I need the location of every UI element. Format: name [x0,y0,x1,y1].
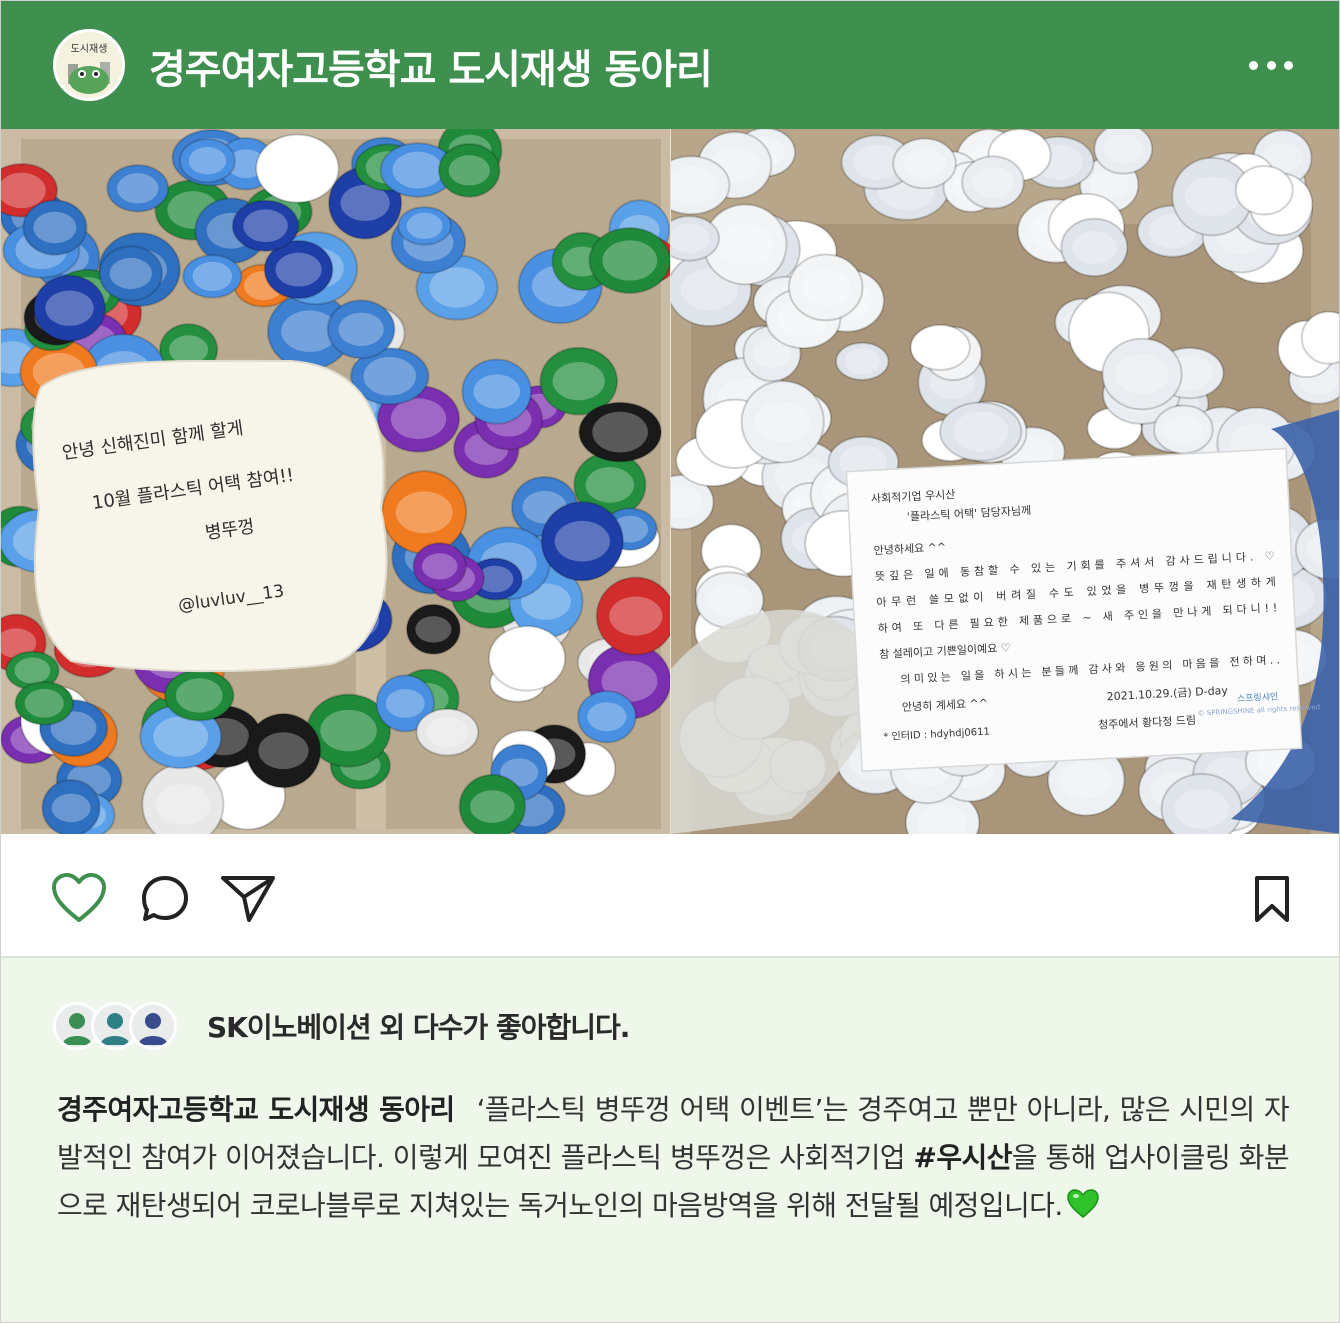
bottle-cap-highlight [844,348,881,375]
post-header: 도시재생 경주여자고등학교 도시재생 동아리 [1,1,1339,129]
bottle-cap-highlight [1163,414,1204,445]
bottle-cap-highlight [448,155,490,186]
bottle-cap-highlight [1103,134,1143,164]
bottle-cap-highlight [392,151,443,189]
photo-bottle-caps-white[interactable]: 사회적기업 우시산 '플라스틱 어택' 담당자님께 안녕하세요 ^^ 뜻깊은 일… [670,129,1339,834]
likes-text[interactable]: SK이노베이션 외 다수가 좋아합니다. [207,1006,630,1046]
bottle-cap-highlight [395,491,453,534]
account-name[interactable]: 경주여자고등학교 도시재생 동아리 [149,37,713,95]
bottle-cap-highlight [706,583,753,617]
caption-author[interactable]: 경주여자고등학교 도시재생 동아리 [57,1093,455,1126]
avatar-text: 도시재생 [71,43,108,55]
bottle-cap-highlight [903,147,946,180]
bottle-cap-highlight [711,536,752,567]
bottle-cap-highlight [24,688,64,718]
bottle-cap-highlight [971,166,1014,198]
bottle-cap-highlight [800,268,851,306]
post-photos: 안녕 신해진미 함께 할게 10월 플라스틱 어택 참여!! 병뚜껑 @luvl… [1,129,1339,834]
bottle-cap-highlight [33,211,77,244]
bottle-cap-highlight [585,467,635,503]
caption-area: SK이노베이션 외 다수가 좋아합니다. 경주여자고등학교 도시재생 동아리 ‘플… [1,958,1339,1322]
heart-icon[interactable] [51,872,107,928]
bottle-cap-highlight [269,147,326,190]
bottle-cap-highlight [429,267,485,308]
bottle-cap-highlight [109,257,152,290]
bottle-cap-highlight [501,639,553,678]
bottle-cap-highlight [155,784,211,825]
bottle-cap-highlight [554,520,610,562]
comment-icon[interactable] [139,874,191,928]
bottle-cap-highlight [415,616,452,643]
bottle-cap-highlight [51,793,91,823]
bottle-cap-highlight [385,689,425,718]
bottle-cap-highlight [169,335,209,364]
bottle-cap-highlight [473,374,521,409]
bottle-cap-highlight [587,702,627,732]
bottle-cap-highlight [754,401,811,443]
caps-illustration-right: 사회적기업 우시산 '플라스틱 어택' 담당자님께 안녕하세요 ^^ 뜻깊은 일… [671,129,1339,834]
bottle-cap-highlight [1174,788,1229,829]
bottle-cap-highlight [609,596,663,636]
bottle-cap-highlight [671,223,710,254]
bottle-cap-highlight [192,261,233,291]
more-options-icon[interactable] [1249,53,1293,77]
bottle-cap-highlight [320,709,377,752]
bottle-cap-highlight [275,252,322,287]
action-bar [1,834,1339,958]
bottle-cap-highlight [1071,230,1117,264]
likes-row[interactable]: SK이노베이션 외 다수가 좋아합니다. [53,998,630,1054]
bookmark-icon[interactable] [1253,874,1291,928]
bottle-cap-highlight [1185,176,1240,217]
bottle-cap-highlight [188,146,227,175]
bottle-cap-highlight [717,223,774,266]
bottle-cap-highlight [363,356,417,396]
bottle-cap-highlight [920,332,961,363]
bottle-cap-highlight [243,209,288,243]
liker-avatar [129,1002,177,1050]
post-card: 도시재생 경주여자고등학교 도시재생 동아리 안녕 신해진미 함께 할게 10월… [0,0,1340,1323]
bottle-cap-highlight [552,362,605,401]
bottle-cap-highlight [258,732,309,770]
bottle-cap-highlight [1115,354,1169,394]
caps-illustration-left: 안녕 신해진미 함께 할게 10월 플라스틱 어택 참여!! 병뚜껑 @luvl… [1,129,670,834]
bottle-cap-highlight [175,678,223,713]
bottle-cap-highlight [406,212,443,240]
green-heart-icon [1066,1186,1099,1234]
photo-bottle-caps-colored[interactable]: 안녕 신해진미 함께 할게 10월 플라스틱 어택 참여!! 병뚜껑 @luvl… [1,129,670,834]
hashtag-link[interactable]: #우시산 [913,1141,1012,1174]
profile-avatar[interactable]: 도시재생 [53,29,125,101]
bottle-cap-highlight [117,173,159,204]
bottle-cap-highlight [1244,176,1284,205]
bottle-cap-highlight [470,790,515,823]
bottle-cap-highlight [45,290,94,326]
bottle-cap-highlight [153,716,209,757]
bottle-cap-highlight [953,411,1009,452]
bottle-cap-highlight [338,312,384,347]
bottle-cap-highlight [592,411,648,453]
bottle-cap-highlight [14,657,51,684]
bottle-cap-highlight [426,716,469,748]
post-caption: 경주여자고등학교 도시재생 동아리 ‘플라스틱 병뚜껑 어택 이벤트’는 경주여고… [57,1086,1290,1234]
send-icon[interactable] [219,872,277,928]
bottle-cap-highlight [1060,760,1113,799]
bottle-cap-highlight [602,240,658,281]
bottle-cap-highlight [421,553,458,580]
